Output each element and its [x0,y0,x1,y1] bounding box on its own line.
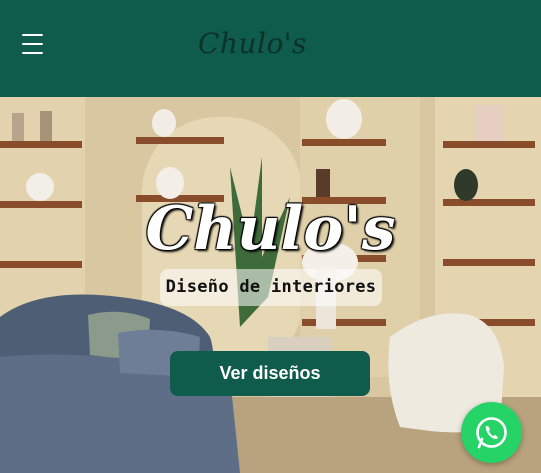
site-header: Chulo's [0,0,541,97]
brand-logo[interactable]: Chulo's [198,22,307,66]
view-designs-button[interactable]: Ver diseños [170,351,370,396]
whatsapp-icon [476,417,507,449]
hero-subtitle: Diseño de interiores [160,269,382,306]
whatsapp-button[interactable] [461,402,522,463]
hero-title: Chulo's [145,194,396,264]
hero-section: Chulo's Diseño de interiores Ver diseños [0,97,541,473]
hamburger-menu-icon[interactable] [22,34,43,54]
